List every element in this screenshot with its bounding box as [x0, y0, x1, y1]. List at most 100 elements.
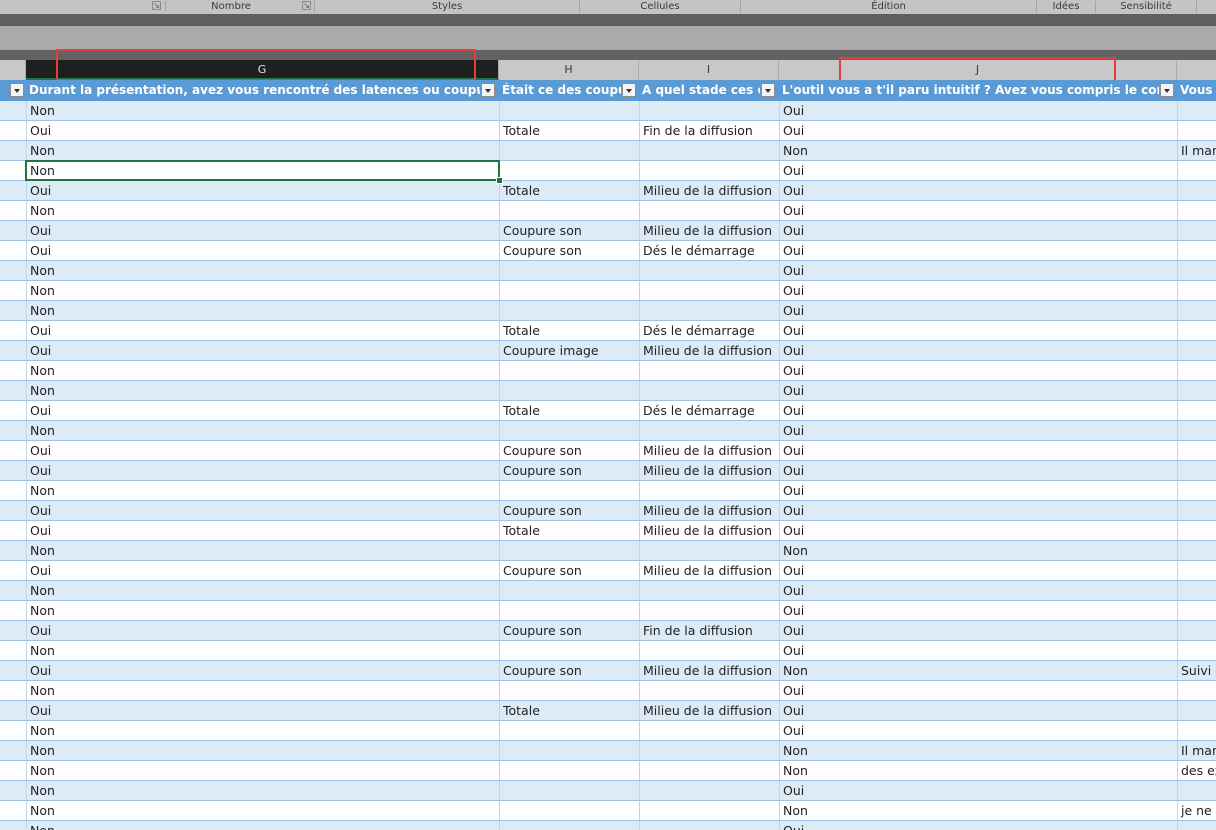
cell-intuitif[interactable]: Oui [779, 261, 1177, 280]
cell-stade-coupures[interactable]: Milieu de la diffusion [639, 701, 779, 720]
cell-latences[interactable]: Oui [26, 241, 499, 260]
cell-commentaire[interactable] [1177, 541, 1216, 560]
cell-latences[interactable]: Non [26, 161, 499, 180]
filter-dropdown-icon[interactable] [761, 83, 775, 97]
cell-type-coupures[interactable] [499, 821, 639, 830]
cell-type-coupures[interactable] [499, 361, 639, 380]
cell-intuitif[interactable]: Oui [779, 701, 1177, 720]
cell-partial[interactable] [0, 101, 26, 120]
cell-partial[interactable] [0, 221, 26, 240]
cell-stade-coupures[interactable] [639, 281, 779, 300]
cell-latences[interactable]: Oui [26, 221, 499, 240]
cell-commentaire[interactable] [1177, 301, 1216, 320]
filter-dropdown-icon[interactable] [622, 83, 636, 97]
cell-partial[interactable] [0, 701, 26, 720]
cell-latences[interactable]: Non [26, 741, 499, 760]
cell-type-coupures[interactable]: Coupure son [499, 221, 639, 240]
cell-type-coupures[interactable]: Totale [499, 121, 639, 140]
cell-latences[interactable]: Non [26, 301, 499, 320]
cell-commentaire[interactable] [1177, 401, 1216, 420]
cell-type-coupures[interactable] [499, 681, 639, 700]
cell-type-coupures[interactable]: Coupure son [499, 661, 639, 680]
cell-commentaire[interactable] [1177, 241, 1216, 260]
cell-partial[interactable] [0, 381, 26, 400]
cell-type-coupures[interactable]: Totale [499, 181, 639, 200]
cell-type-coupures[interactable] [499, 581, 639, 600]
cell-stade-coupures[interactable] [639, 101, 779, 120]
cell-stade-coupures[interactable] [639, 161, 779, 180]
cell-intuitif[interactable]: Oui [779, 461, 1177, 480]
cell-partial[interactable] [0, 821, 26, 830]
column-header-partial[interactable] [0, 60, 26, 80]
cell-latences[interactable]: Non [26, 821, 499, 830]
cell-intuitif[interactable]: Non [779, 661, 1177, 680]
cell-commentaire[interactable] [1177, 781, 1216, 800]
dialog-launcher-icon[interactable]: ↘ [152, 1, 161, 10]
cell-type-coupures[interactable] [499, 781, 639, 800]
cell-partial[interactable] [0, 581, 26, 600]
cell-stade-coupures[interactable] [639, 421, 779, 440]
cell-commentaire[interactable] [1177, 641, 1216, 660]
cell-partial[interactable] [0, 661, 26, 680]
cell-intuitif[interactable]: Oui [779, 421, 1177, 440]
cell-intuitif[interactable]: Oui [779, 561, 1177, 580]
cell-partial[interactable] [0, 481, 26, 500]
cell-stade-coupures[interactable] [639, 721, 779, 740]
cell-commentaire[interactable] [1177, 381, 1216, 400]
cell-latences[interactable]: Oui [26, 321, 499, 340]
cell-latences[interactable]: Non [26, 281, 499, 300]
cell-partial[interactable] [0, 421, 26, 440]
cell-type-coupures[interactable]: Coupure son [499, 241, 639, 260]
cell-partial[interactable] [0, 601, 26, 620]
cell-latences[interactable]: Non [26, 541, 499, 560]
cell-latences[interactable]: Non [26, 381, 499, 400]
cell-type-coupures[interactable] [499, 761, 639, 780]
cell-intuitif[interactable]: Oui [779, 441, 1177, 460]
cell-intuitif[interactable]: Oui [779, 121, 1177, 140]
cell-intuitif[interactable]: Non [779, 141, 1177, 160]
cell-stade-coupures[interactable] [639, 301, 779, 320]
cell-latences[interactable]: Non [26, 141, 499, 160]
cell-partial[interactable] [0, 201, 26, 220]
cell-partial[interactable] [0, 321, 26, 340]
cell-stade-coupures[interactable]: Milieu de la diffusion [639, 181, 779, 200]
cell-type-coupures[interactable]: Coupure image [499, 341, 639, 360]
cell-stade-coupures[interactable] [639, 141, 779, 160]
fill-handle[interactable] [496, 177, 503, 184]
cell-intuitif[interactable]: Oui [779, 601, 1177, 620]
cell-intuitif[interactable]: Oui [779, 821, 1177, 830]
cell-intuitif[interactable]: Oui [779, 521, 1177, 540]
cell-type-coupures[interactable]: Totale [499, 321, 639, 340]
cell-commentaire[interactable]: des ex [1177, 761, 1216, 780]
cell-stade-coupures[interactable]: Dés le démarrage [639, 321, 779, 340]
cell-partial[interactable] [0, 141, 26, 160]
cell-type-coupures[interactable] [499, 261, 639, 280]
cell-commentaire[interactable] [1177, 581, 1216, 600]
cell-partial[interactable] [0, 261, 26, 280]
cell-partial[interactable] [0, 461, 26, 480]
cell-commentaire[interactable] [1177, 521, 1216, 540]
cell-partial[interactable] [0, 761, 26, 780]
cell-latences[interactable]: Non [26, 201, 499, 220]
cell-latences[interactable]: Non [26, 421, 499, 440]
header-cell-partial[interactable]: Vous a [1177, 80, 1216, 101]
filter-dropdown-icon[interactable] [1160, 83, 1174, 97]
cell-latences[interactable]: Oui [26, 401, 499, 420]
cell-intuitif[interactable]: Oui [779, 621, 1177, 640]
cell-intuitif[interactable]: Non [779, 541, 1177, 560]
cell-type-coupures[interactable]: Coupure son [499, 621, 639, 640]
cell-type-coupures[interactable] [499, 201, 639, 220]
cell-commentaire[interactable]: Il man [1177, 141, 1216, 160]
cell-commentaire[interactable] [1177, 121, 1216, 140]
cell-type-coupures[interactable] [499, 801, 639, 820]
header-cell-intuitif[interactable]: L'outil vous a t'il paru intuitif ? Avez… [779, 80, 1159, 101]
cell-latences[interactable]: Oui [26, 701, 499, 720]
cell-partial[interactable] [0, 281, 26, 300]
header-cell-stade-coupures[interactable]: A quel stade ces coupures [639, 80, 760, 101]
cell-stade-coupures[interactable]: Milieu de la diffusion [639, 501, 779, 520]
cell-stade-coupures[interactable]: Fin de la diffusion [639, 121, 779, 140]
cell-latences[interactable]: Oui [26, 621, 499, 640]
cell-latences[interactable]: Non [26, 801, 499, 820]
cell-commentaire[interactable] [1177, 721, 1216, 740]
cell-latences[interactable]: Non [26, 581, 499, 600]
